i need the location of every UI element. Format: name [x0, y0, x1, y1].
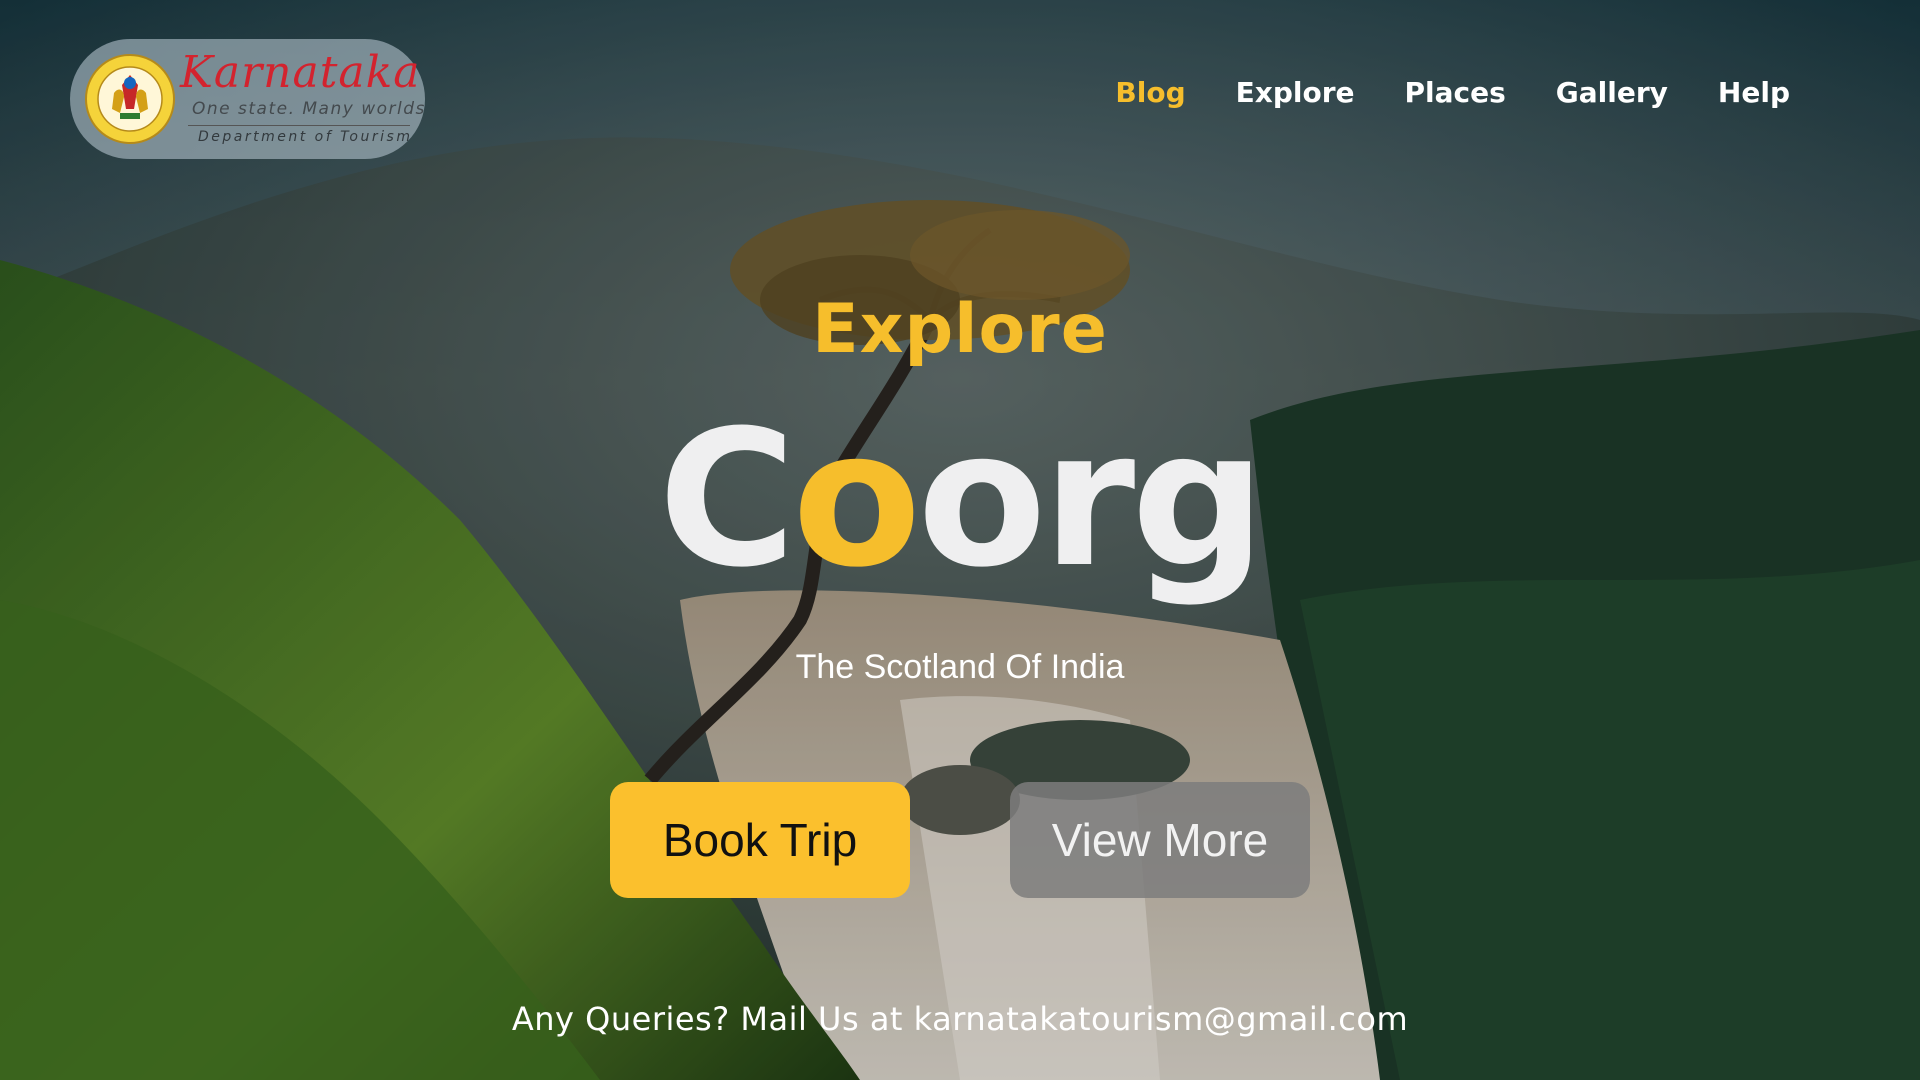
contact-email-text: Any Queries? Mail Us at karnatakatourism…	[511, 1000, 1409, 1038]
karnataka-seal-icon	[85, 54, 175, 144]
main-nav: Blog Explore Places Gallery Help	[1115, 76, 1790, 109]
hero-title-part-3: org	[917, 390, 1265, 609]
book-trip-button[interactable]: Book Trip	[610, 782, 910, 898]
hero-title: Coorg	[0, 390, 1920, 610]
brand-name: Karnataka	[180, 47, 421, 98]
hero-kicker: Explore	[812, 290, 1108, 369]
brand-logo[interactable]: Karnataka One state. Many worlds Departm…	[70, 39, 425, 159]
brand-tagline: One state. Many worlds	[192, 99, 426, 119]
landing-page: Karnataka One state. Many worlds Departm…	[0, 0, 1920, 1080]
hero-title-part-1: C	[658, 390, 796, 609]
nav-item-help[interactable]: Help	[1718, 76, 1790, 109]
hero-title-accent: o	[792, 390, 921, 609]
view-more-button[interactable]: View More	[1010, 782, 1310, 898]
nav-item-gallery[interactable]: Gallery	[1556, 76, 1668, 109]
brand-department: Department of Tourism	[198, 129, 413, 145]
brand-divider	[188, 125, 410, 126]
nav-item-places[interactable]: Places	[1405, 76, 1506, 109]
nav-item-blog[interactable]: Blog	[1115, 76, 1185, 109]
nav-item-explore[interactable]: Explore	[1236, 76, 1355, 109]
hero-subtitle: The Scotland Of India	[795, 648, 1125, 686]
